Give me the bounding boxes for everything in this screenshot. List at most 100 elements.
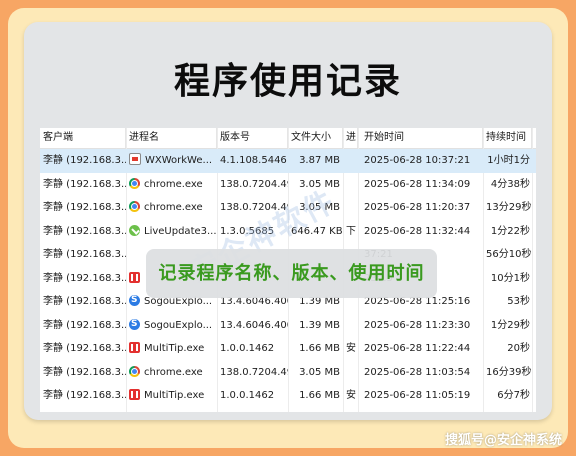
cell-client: 李静 (192.168.3... bbox=[40, 337, 126, 361]
cell-entry bbox=[343, 173, 358, 197]
table-row[interactable]: 李静 (192.168.3... MultiTip.exe 1.0.0.1462 1.… bbox=[40, 384, 536, 408]
cell-duration-text: 1分29秒 bbox=[490, 319, 530, 331]
cell-version: 1.0.0.1462 bbox=[217, 384, 288, 408]
cell-duration: 4分38秒 bbox=[483, 173, 532, 197]
chrome-icon bbox=[129, 201, 140, 212]
cell-version-text: 138.0.7204.49 bbox=[220, 178, 288, 190]
column-header-client[interactable]: 客户端 bbox=[40, 128, 126, 148]
cell-entry bbox=[343, 149, 358, 173]
cell-process: MultiTip.exe bbox=[126, 384, 217, 408]
caption-banner: 记录程序名称、版本、使用时间 bbox=[146, 249, 437, 298]
cell-client: 李静 (192.168.3... bbox=[40, 361, 126, 385]
cell-client: 李静 (192.168.3... bbox=[40, 196, 126, 220]
cell-duration-text: 6分7秒 bbox=[497, 390, 530, 401]
cell-start-time-text: 2025-06-28 11:34:09 bbox=[364, 178, 471, 190]
column-header-start-time[interactable]: 开始时间 bbox=[358, 128, 483, 148]
cell-entry: 安 bbox=[343, 337, 358, 361]
cell-duration: 56分10秒 bbox=[483, 243, 532, 267]
cell-client: 李静 (192.168.3... bbox=[40, 384, 126, 408]
cell-version-text: 1.0.0.1462 bbox=[220, 343, 275, 354]
cell-duration-text: 16分39秒 bbox=[486, 366, 532, 378]
cell-version: 1.0.0.1462 bbox=[217, 337, 288, 361]
cell-version: 138.0.7204.49 bbox=[217, 361, 288, 385]
cell-size: 1.66 MB bbox=[288, 384, 343, 408]
table-row[interactable]: 李静 (192.168.3... chrome.exe 138.0.7204.49 3… bbox=[40, 361, 536, 385]
cell-size: 3.05 MB bbox=[288, 361, 343, 385]
wps-icon bbox=[129, 271, 140, 283]
cell-duration-text: 4分38秒 bbox=[490, 178, 530, 190]
cell-size-text: 1.39 MB bbox=[299, 319, 340, 331]
cell-size-text: 3.87 MB bbox=[299, 155, 340, 166]
cell-entry-text: 安 bbox=[346, 343, 356, 354]
cell-duration: 53秒 bbox=[483, 290, 532, 314]
cell-start-time-text: 2025-06-28 11:32:44 bbox=[364, 225, 471, 237]
cell-client-text: 李静 (192.168.3... bbox=[43, 390, 126, 401]
cell-client: 李静 (192.168.3... bbox=[40, 267, 126, 291]
table-row[interactable]: 李静 (192.168.3... MultiTip.exe 1.0.0.1462 1.… bbox=[40, 337, 536, 361]
cell-process-text: LiveUpdate3... bbox=[144, 225, 217, 237]
cell-process-text: SogouExplo... bbox=[144, 319, 213, 331]
column-header-size[interactable]: 文件大小 bbox=[288, 128, 343, 148]
column-header-duration[interactable]: 持续时间 bbox=[483, 128, 532, 148]
cell-client-text: 李静 (192.168.3... bbox=[43, 319, 126, 331]
cell-start-time: 2025-06-28 11:23:30 bbox=[358, 314, 483, 338]
cell-start-time: 2025-06-28 11:34:09 bbox=[358, 173, 483, 197]
cell-process: chrome.exe bbox=[126, 361, 217, 385]
page-title: 程序使用记录 bbox=[173, 61, 402, 102]
cell-start-time-text: 2025-06-28 11:03:54 bbox=[364, 366, 471, 378]
cell-process: WXWorkWe... bbox=[126, 149, 217, 173]
cell-entry: 下 bbox=[343, 220, 358, 244]
cell-version: 13.4.6046.400 bbox=[217, 314, 288, 338]
cell-client: 李静 (192.168.3... bbox=[40, 243, 126, 267]
column-header-version[interactable]: 版本号 bbox=[217, 128, 288, 148]
cell-start-time: 2025-06-28 11:05:19 bbox=[358, 384, 483, 408]
multitip-icon bbox=[129, 389, 140, 400]
cell-size: 1.66 MB bbox=[288, 337, 343, 361]
cell-start-time: 2025-06-28 11:32:44 bbox=[358, 220, 483, 244]
cell-duration: 6分7秒 bbox=[483, 384, 532, 408]
cell-client-text: 李静 (192.168.3... bbox=[43, 225, 126, 237]
cell-duration: 1分22秒 bbox=[483, 220, 532, 244]
cell-size-text: 3.05 MB bbox=[299, 366, 340, 378]
cell-process-text: WXWorkWe... bbox=[145, 155, 213, 166]
cell-duration: 10分1秒 bbox=[483, 267, 532, 291]
table-row[interactable]: 李静 (192.168.3... chrome.exe 138.0.7204.49 3… bbox=[40, 173, 536, 197]
liveupdate-icon bbox=[129, 224, 140, 236]
cell-start-time: 2025-06-28 11:22:44 bbox=[358, 337, 483, 361]
cell-duration: 20秒 bbox=[483, 337, 532, 361]
source-watermark-label: 搜狐号@安企神系统 bbox=[444, 433, 562, 448]
cell-client-text: 李静 (192.168.3... bbox=[43, 296, 126, 307]
cell-client-text: 李静 (192.168.3... bbox=[43, 178, 126, 190]
cell-client: 李静 (192.168.3... bbox=[40, 220, 126, 244]
cell-version-text: 138.0.7204.49 bbox=[220, 366, 288, 378]
cell-duration: 13分29秒 bbox=[483, 196, 532, 220]
column-header-process[interactable]: 进程名 bbox=[126, 128, 217, 148]
sogou-icon bbox=[129, 294, 140, 306]
cell-version: 138.0.7204.49 bbox=[217, 173, 288, 197]
cell-start-time-text: 2025-06-28 11:20:37 bbox=[364, 202, 471, 213]
cell-entry bbox=[343, 314, 358, 338]
cell-entry: 安 bbox=[343, 384, 358, 408]
cell-start-time: 2025-06-28 11:20:37 bbox=[358, 196, 483, 220]
column-header-entry[interactable]: 进 bbox=[343, 128, 358, 148]
cell-duration-text: 13分29秒 bbox=[486, 202, 532, 213]
cell-size: 1.39 MB bbox=[288, 314, 343, 338]
cell-entry bbox=[343, 361, 358, 385]
cell-duration-text: 1小时1分 bbox=[487, 155, 530, 166]
cell-duration-text: 56分10秒 bbox=[486, 249, 532, 260]
cell-start-time: 2025-06-28 10:37:21 bbox=[358, 149, 483, 173]
cell-duration: 1分29秒 bbox=[483, 314, 532, 338]
chrome-icon bbox=[129, 365, 140, 377]
cell-entry-text: 下 bbox=[346, 225, 356, 237]
cell-client-text: 李静 (192.168.3... bbox=[43, 272, 126, 284]
table-row[interactable]: 李静 (192.168.3... SogouExplo... 13.4.6046.4… bbox=[40, 314, 536, 338]
cell-duration-text: 10分1秒 bbox=[490, 272, 530, 284]
multitip-icon bbox=[129, 342, 140, 353]
cell-client-text: 李静 (192.168.3... bbox=[43, 155, 126, 166]
cell-version-text: 1.0.0.1462 bbox=[220, 390, 275, 401]
cell-duration: 16分39秒 bbox=[483, 361, 532, 385]
table-row[interactable]: 李静 (192.168.3... WXWorkWe... 4.1.108.5446 3… bbox=[40, 149, 536, 173]
cell-duration: 1小时1分 bbox=[483, 149, 532, 173]
cell-process-text: MultiTip.exe bbox=[144, 390, 205, 401]
cell-start-time-text: 2025-06-28 10:37:21 bbox=[364, 155, 471, 166]
